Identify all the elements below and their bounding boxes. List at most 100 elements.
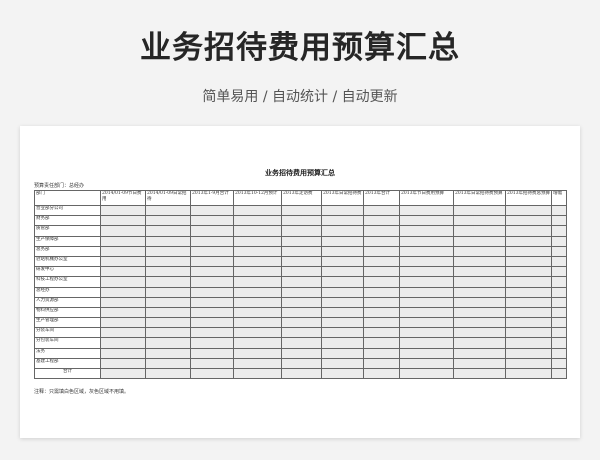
table-cell[interactable]: [233, 235, 282, 247]
table-cell[interactable]: [453, 245, 506, 257]
table-cell[interactable]: [505, 286, 552, 298]
table-cell[interactable]: [145, 337, 191, 349]
table-cell[interactable]: [453, 306, 506, 319]
table-cell[interactable]: [551, 347, 567, 359]
table-cell[interactable]: [453, 235, 506, 247]
table-cell[interactable]: [551, 327, 567, 339]
table-cell[interactable]: [233, 266, 282, 278]
table-cell[interactable]: [321, 286, 364, 298]
table-cell[interactable]: [100, 204, 146, 217]
table-cell[interactable]: [233, 245, 282, 257]
table-cell[interactable]: [399, 357, 454, 370]
table-cell[interactable]: [281, 225, 322, 237]
table-cell[interactable]: [190, 296, 234, 308]
table-cell[interactable]: [281, 245, 322, 257]
table-cell[interactable]: [399, 266, 454, 278]
table-cell[interactable]: [190, 317, 234, 329]
table-cell[interactable]: [145, 255, 191, 268]
table-cell[interactable]: [321, 276, 364, 288]
table-cell[interactable]: [281, 306, 322, 319]
table-cell[interactable]: [399, 245, 454, 257]
table-cell[interactable]: [281, 255, 322, 268]
table-cell[interactable]: [145, 225, 191, 237]
table-cell[interactable]: [281, 276, 322, 288]
table-cell[interactable]: [505, 357, 552, 370]
table-cell[interactable]: [453, 255, 506, 268]
table-cell[interactable]: [551, 255, 567, 268]
table-cell[interactable]: [145, 306, 191, 319]
table-cell[interactable]: [399, 317, 454, 329]
table-cell[interactable]: [100, 296, 146, 308]
table-cell[interactable]: [399, 276, 454, 288]
table-cell[interactable]: [281, 235, 322, 247]
table-cell[interactable]: [321, 296, 364, 308]
table-cell[interactable]: [100, 225, 146, 237]
table-cell[interactable]: [321, 245, 364, 257]
table-cell[interactable]: [551, 215, 567, 227]
table-cell[interactable]: [363, 337, 400, 349]
table-cell[interactable]: [233, 204, 282, 217]
table-cell[interactable]: [233, 255, 282, 268]
table-cell[interactable]: [100, 317, 146, 329]
table-cell[interactable]: [321, 266, 364, 278]
table-cell[interactable]: [505, 296, 552, 308]
table-cell[interactable]: [190, 225, 234, 237]
table-cell[interactable]: [233, 296, 282, 308]
table-cell[interactable]: [100, 357, 146, 370]
table-cell[interactable]: [505, 317, 552, 329]
table-cell[interactable]: [190, 306, 234, 319]
table-cell[interactable]: [321, 235, 364, 247]
table-cell[interactable]: [233, 276, 282, 288]
table-cell[interactable]: [363, 215, 400, 227]
table-cell[interactable]: [321, 204, 364, 217]
table-cell[interactable]: [505, 276, 552, 288]
table-cell[interactable]: [505, 255, 552, 268]
table-cell[interactable]: [190, 245, 234, 257]
table-cell[interactable]: [505, 337, 552, 349]
table-cell[interactable]: [399, 306, 454, 319]
table-cell[interactable]: [453, 204, 506, 217]
table-cell[interactable]: [233, 317, 282, 329]
table-cell[interactable]: [505, 266, 552, 278]
table-cell[interactable]: [233, 327, 282, 339]
table-cell[interactable]: [190, 337, 234, 349]
table-cell[interactable]: [399, 286, 454, 298]
table-cell[interactable]: [551, 337, 567, 349]
table-cell[interactable]: [233, 225, 282, 237]
table-cell[interactable]: [145, 215, 191, 227]
table-cell[interactable]: [363, 255, 400, 268]
table-cell[interactable]: [505, 347, 552, 359]
table-cell[interactable]: [145, 204, 191, 217]
table-cell[interactable]: [100, 306, 146, 319]
table-cell[interactable]: [190, 204, 234, 217]
table-cell[interactable]: [145, 245, 191, 257]
table-cell[interactable]: [321, 317, 364, 329]
table-cell[interactable]: [363, 357, 400, 370]
table-cell[interactable]: [190, 235, 234, 247]
table-cell[interactable]: [363, 317, 400, 329]
table-cell[interactable]: [399, 327, 454, 339]
table-cell[interactable]: [453, 347, 506, 359]
table-cell[interactable]: [190, 286, 234, 298]
table-cell[interactable]: [321, 306, 364, 319]
table-cell[interactable]: [399, 235, 454, 247]
table-cell[interactable]: [145, 276, 191, 288]
table-cell[interactable]: [190, 266, 234, 278]
table-cell[interactable]: [505, 306, 552, 319]
table-cell[interactable]: [233, 347, 282, 359]
table-cell[interactable]: [551, 225, 567, 237]
table-cell[interactable]: [321, 225, 364, 237]
table-cell[interactable]: [453, 225, 506, 237]
table-cell[interactable]: [145, 296, 191, 308]
table-cell[interactable]: [233, 286, 282, 298]
table-cell[interactable]: [281, 347, 322, 359]
table-cell[interactable]: [321, 215, 364, 227]
table-cell[interactable]: [363, 204, 400, 217]
table-cell[interactable]: [281, 357, 322, 370]
table-cell[interactable]: [399, 215, 454, 227]
table-cell[interactable]: [551, 276, 567, 288]
table-cell[interactable]: [551, 357, 567, 370]
table-cell[interactable]: [100, 347, 146, 359]
table-cell[interactable]: [505, 225, 552, 237]
table-cell[interactable]: [145, 266, 191, 278]
